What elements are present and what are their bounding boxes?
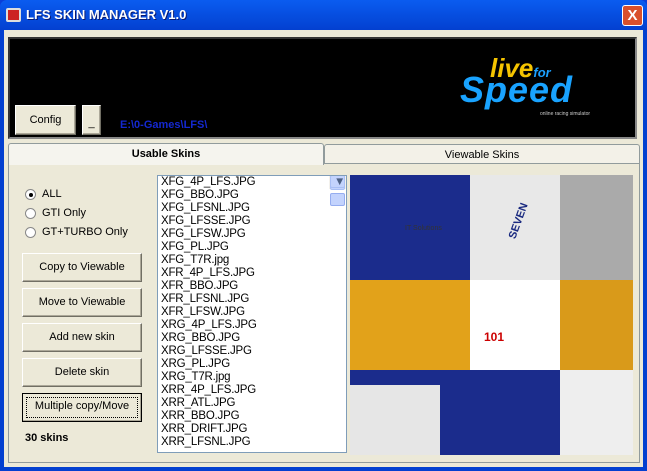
- list-item[interactable]: XRR_4P_LFS.JPG: [158, 384, 346, 397]
- list-item[interactable]: XFG_LFSW.JPG: [158, 228, 346, 241]
- list-item[interactable]: XFR_4P_LFS.JPG: [158, 267, 346, 280]
- scroll-down-button[interactable]: ▼: [330, 176, 345, 188]
- config-button[interactable]: Config: [15, 105, 76, 135]
- list-item[interactable]: XFG_LFSSE.JPG: [158, 215, 346, 228]
- skin-count: 30 skins: [25, 432, 69, 444]
- move-to-viewable-button[interactable]: Move to Viewable: [22, 288, 142, 317]
- list-item[interactable]: XRG_4P_LFS.JPG: [158, 319, 346, 332]
- filter-all-radio[interactable]: ALL: [25, 188, 62, 200]
- add-new-skin-button[interactable]: Add new skin: [22, 323, 142, 352]
- list-item[interactable]: XFG_BBO.JPG: [158, 189, 346, 202]
- list-item[interactable]: XFR_BBO.JPG: [158, 280, 346, 293]
- multiple-copy-move-button[interactable]: Multiple copy/Move: [22, 393, 142, 422]
- close-button[interactable]: X: [622, 5, 643, 26]
- delete-skin-button[interactable]: Delete skin: [22, 358, 142, 387]
- list-item[interactable]: XRG_T7R.jpg: [158, 371, 346, 384]
- list-item[interactable]: XRR_LFSNL.JPG: [158, 436, 346, 449]
- banner: livefor Speed online racing simulator Co…: [8, 37, 637, 139]
- scroll-thumb[interactable]: [330, 193, 345, 206]
- tab-viewable-skins[interactable]: Viewable Skins: [324, 144, 640, 163]
- list-item[interactable]: XFG_4P_LFS.JPG: [158, 176, 346, 189]
- list-item[interactable]: XRR_BBO.JPG: [158, 410, 346, 423]
- app-window: LFS SKIN MANAGER V1.0 X livefor Speed on…: [0, 0, 647, 471]
- skin-preview-image: IT Solutions SEVEN 101: [350, 175, 633, 455]
- live-for-speed-logo: livefor Speed online racing simulator: [460, 53, 591, 117]
- list-item[interactable]: XRR_ATL.JPG: [158, 397, 346, 410]
- list-item[interactable]: XFG_LFSNL.JPG: [158, 202, 346, 215]
- list-item[interactable]: XRG_PL.JPG: [158, 358, 346, 371]
- list-item[interactable]: XRG_LFSSE.JPG: [158, 345, 346, 358]
- list-item[interactable]: XRR_DRIFT.JPG: [158, 423, 346, 436]
- list-item[interactable]: XFG_T7R.jpg: [158, 254, 346, 267]
- filter-gti-radio[interactable]: GTI Only: [25, 207, 86, 219]
- list-item[interactable]: XFR_LFSW.JPG: [158, 306, 346, 319]
- skin-list[interactable]: XFG_4P_LFS.JPG XFG_BBO.JPG XFG_LFSNL.JPG XF…: [157, 175, 347, 453]
- copy-to-viewable-button[interactable]: Copy to Viewable: [22, 253, 142, 282]
- filter-gt-turbo-radio[interactable]: GT+TURBO Only: [25, 226, 128, 238]
- app-icon: [6, 8, 21, 22]
- list-item[interactable]: XRG_BBO.JPG: [158, 332, 346, 345]
- tab-usable-skins[interactable]: Usable Skins: [8, 143, 324, 165]
- title-bar: LFS SKIN MANAGER V1.0 X: [0, 0, 647, 30]
- list-item[interactable]: XFG_PL.JPG: [158, 241, 346, 254]
- minimize-button[interactable]: _: [82, 105, 101, 135]
- list-scrollbar[interactable]: ▲ ▼: [329, 176, 346, 206]
- window-title: LFS SKIN MANAGER V1.0: [26, 7, 187, 22]
- list-item[interactable]: XFR_LFSNL.JPG: [158, 293, 346, 306]
- game-path: E:\0-Games\LFS\: [120, 119, 208, 131]
